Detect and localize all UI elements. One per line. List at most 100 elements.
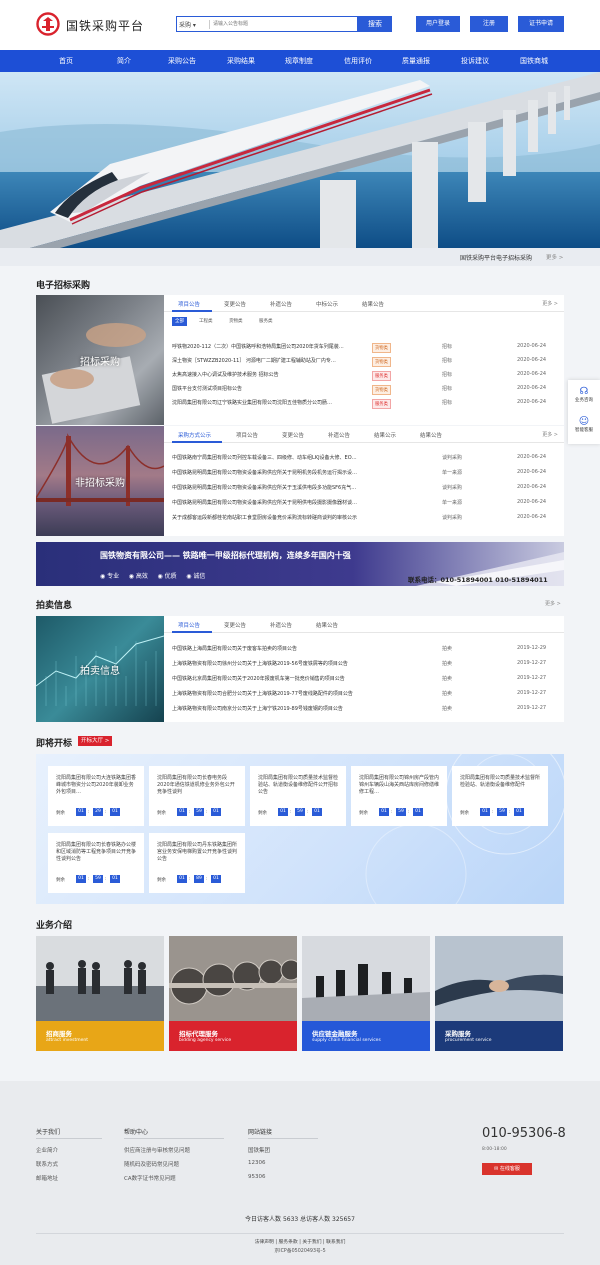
business-card-bidding-agency[interactable]: 招标代理服务 bidding agency service [169,936,297,1051]
footer-link[interactable]: 供应商注册与审核常见问题 [124,1146,190,1154]
nav-regulations[interactable]: 规章制度 [269,50,329,72]
tab-supplement-announcement[interactable]: 补遗公告 [270,621,292,629]
online-service-button[interactable]: ✉ 在线客服 [482,1163,532,1175]
tender-panel: 项目公告 变更公告 补遗公告 中标公示 结果公告 更多 > 全部 工程类 货物类… [164,295,564,425]
opening-hall-button[interactable]: 开标大厅 > [78,736,113,746]
tab-supplement-announcement[interactable]: 补遗公告 [328,431,350,439]
opening-section-title: 即将开标 [36,739,73,749]
nav-home[interactable]: 首页 [36,50,96,72]
business-card-supply-chain-finance[interactable]: 供应链金融服务 supply chain financial services [302,936,430,1051]
nav-results[interactable]: 采购结果 [211,50,271,72]
footer-link[interactable]: 邮箱地址 [36,1174,58,1182]
chip-all[interactable]: 全部 [172,317,187,326]
opening-card[interactable]: 沈阳局集团有限公司锦州房产段管内锦州车辆段山海关西站库房间修缮维修工程… 剩余 … [351,766,447,826]
opening-card[interactable]: 沈阳局集团有限公司大连铁路集团香峰城市物资分公司2020年装卸业务外包项目… 剩… [48,766,144,826]
search-input[interactable] [213,17,357,31]
table-row[interactable]: 中国铁路南宁局集团有限公司列控车载设备三、四级修、动车组LKJ设备大修、EO… 谈… [172,452,550,465]
table-row[interactable]: 国铁平台支付测试项目招标公告 货物类 招标 2020-06-24 [172,383,550,396]
tab-project-announcement[interactable]: 项目公告 [178,621,200,629]
footer-bottom-links[interactable]: 法律声明 | 服务条款 | 关于我们 | 联系我们 [0,1238,600,1245]
footer-about-title: 关于我们 [36,1129,61,1136]
business-card-investment[interactable]: 招商服务 attract investment [36,936,164,1051]
table-row[interactable]: 关于成都客运段新都桂花南站职工食堂厨房设备竞价采购流标转磋商谈判的审核公示 谈判采… [172,512,550,525]
business-section-title: 业务介绍 [36,921,73,931]
opening-area: 沈阳局集团有限公司大连铁路集团香峰城市物资分公司2020年装卸业务外包项目… 剩… [36,754,564,904]
table-row[interactable]: 中国铁路上海局集团有限公司关于废客车拍卖的项目公告 拍卖 2019-12-29 [172,643,550,656]
chip-goods[interactable]: 货物类 [226,317,246,326]
opening-card[interactable]: 沈阳局集团有限公司丹东铁路集团所宫业务安保电梯购置公开竞争性谈判公告 剩余 01… [149,833,245,893]
table-row[interactable]: 中国铁路昆明局集团有限公司物资设备采购供应所关于昆明供电段摄影摄像器材谈… 单一来… [172,497,550,510]
notice-more-link[interactable]: 更多 > [546,253,563,261]
nav-announcements[interactable]: 采购公告 [152,50,212,72]
notice-bar: 国铁采购平台电子招标采购 更多 > [0,248,600,266]
tender-photo[interactable]: 招标采购 [36,295,164,425]
tab-change-announcement[interactable]: 变更公告 [224,621,246,629]
business-consult-button[interactable]: ☊ 业务咨询 [568,386,600,403]
nontender-photo[interactable]: 非招标采购 [36,426,164,536]
tender-more-link[interactable]: 更多 > [542,300,558,307]
top-bar: 国铁采购平台 采购 ▾ 搜索 用户登录 注册 证书申请 [0,0,600,50]
hero-banner[interactable] [0,72,600,248]
tab-supplement-announcement[interactable]: 补遗公告 [270,300,292,308]
footer-links-title: 网站链接 [248,1129,273,1136]
opening-card[interactable]: 沈阳局集团有限公司长春电务段2020年通信铁道机修业务外包公开竞争性谈判 剩余 … [149,766,245,826]
opening-card[interactable]: 沈阳局集团有限公司质量技术监督所检验站、轨道衡设备维修配件 剩余 01: 59:… [452,766,548,826]
auction-photo-label: 拍卖信息 [80,666,120,677]
nav-quality[interactable]: 质量通报 [386,50,446,72]
tab-procurement-method[interactable]: 采购方式公示 [178,431,211,439]
footer-link[interactable]: 联系方式 [36,1160,58,1168]
auction-more-link[interactable]: 更多 > [545,600,561,607]
footer-link[interactable]: CA数字证书常见问题 [124,1174,176,1182]
nav-mall[interactable]: 国铁商城 [504,50,564,72]
table-row[interactable]: 上海铁路物资有限公司合肥分公司关于上海铁路2019-77号废线路配件的项目公告拍… [172,688,550,701]
certificate-apply-button[interactable]: 证书申请 [518,16,564,32]
register-button[interactable]: 注册 [470,16,508,32]
auction-photo[interactable]: 拍卖信息 [36,616,164,722]
nav-credit[interactable]: 信用评价 [328,50,388,72]
site-title[interactable]: 国铁采购平台 [66,17,144,34]
nav-complaints[interactable]: 投诉建议 [445,50,505,72]
tab-project-announcement[interactable]: 项目公告 [178,300,200,308]
nontender-panel: 采购方式公示 项目公告 变更公告 补遗公告 结果公示 结果公告 更多 > 中国铁… [164,426,564,536]
table-row[interactable]: 太焦高速接入中心调试及维护技术服务 招标公告 服务类 招标 2020-06-24 [172,369,550,382]
table-row[interactable]: 中国铁路北京局集团有限公司关于2020年报废机车第一批竞价销售的项目公告 拍卖 20… [172,673,550,686]
table-row[interactable]: 呼铁物2020-112（二次）中国铁路呼和浩特局集团公司2020年货车列尾装… 货… [172,341,550,354]
icp-number: 京ICP备05020493号-5 [274,1249,326,1254]
hotline-hours: 8:00-18:00 [482,1147,507,1152]
opening-card[interactable]: 沈阳局集团有限公司长春铁路办公楼和区域消防等工程竞争项目公开竞争性谈判公告 剩余… [48,833,144,893]
tab-change-announcement[interactable]: 变更公告 [224,300,246,308]
smart-service-button[interactable]: ☺ 智能客服 [568,416,600,433]
search-button[interactable]: 搜索 [358,16,392,32]
footer: 关于我们 企业简介 联系方式 邮箱地址 帮助中心 供应商注册与审核常见问题 随机… [0,1081,600,1265]
footer-link[interactable]: 企业简介 [36,1146,58,1154]
chip-engineering[interactable]: 工程类 [196,317,216,326]
notice-text[interactable]: 国铁采购平台电子招标采购 [460,253,532,262]
chip-services[interactable]: 服务类 [256,317,276,326]
opening-card[interactable]: 沈阳局集团有限公司质量技术监督检验站、轨道衡设备维修配件公开招标公告 剩余 01… [250,766,346,826]
footer-link[interactable]: 12306 [248,1160,266,1166]
footer-link[interactable]: 随机码及密码常见问题 [124,1160,179,1168]
table-row[interactable]: 深土物资［STWZZB2020-11］ 河源电厂二期扩建工程辅助站及厂内专… 货物… [172,355,550,368]
tab-result-publicity[interactable]: 结果公示 [374,431,396,439]
tab-winning-bid[interactable]: 中标公示 [316,300,338,308]
tab-result-announcement[interactable]: 结果公告 [362,300,384,308]
nav-intro[interactable]: 简介 [94,50,154,72]
tab-result-announcement[interactable]: 结果公告 [420,431,442,439]
footer-link[interactable]: 95306 [248,1174,266,1180]
table-row[interactable]: 中国铁路昆明局集团有限公司物资设备采购供应所关于玉溪供电段多功能SF6充气… 谈判… [172,482,550,495]
search-category-select[interactable]: 采购 ▾ [179,20,196,29]
table-row[interactable]: 沈阳局集团有限公司辽宁铁路实业集团有限公司沈阳五佳物质分公司肠… 服务类 招标 202… [172,397,550,410]
footer-link[interactable]: 国铁集团 [248,1146,270,1154]
promo-banner[interactable]: 国铁物资有限公司—— 铁路唯一甲级招标代理机构，连续多年国内十强 ◉ 专业 ◉ … [36,542,564,586]
train-bridge-image [0,72,600,248]
table-row[interactable]: 上海铁路物资有限公司徐州分公司关于上海铁路2019-56号废铁屑等的项目公告 拍卖… [172,658,550,671]
railway-logo-icon[interactable] [36,12,60,36]
nontender-more-link[interactable]: 更多 > [542,431,558,438]
business-card-procurement[interactable]: 采购服务 procurement service [435,936,563,1051]
table-row[interactable]: 上海铁路物资有限公司南京分公司关于上海宁铁2019-89号钱废钢的项目公告 拍卖 2… [172,703,550,716]
login-button[interactable]: 用户登录 [416,16,460,32]
tab-change-announcement[interactable]: 变更公告 [282,431,304,439]
tab-result-announcement[interactable]: 结果公告 [316,621,338,629]
table-row[interactable]: 中国铁路昆明局集团有限公司物资设备采购供应所关于昆明机务段机务运行揭示设… 单一来… [172,467,550,480]
tab-project-announcement[interactable]: 项目公告 [236,431,258,439]
